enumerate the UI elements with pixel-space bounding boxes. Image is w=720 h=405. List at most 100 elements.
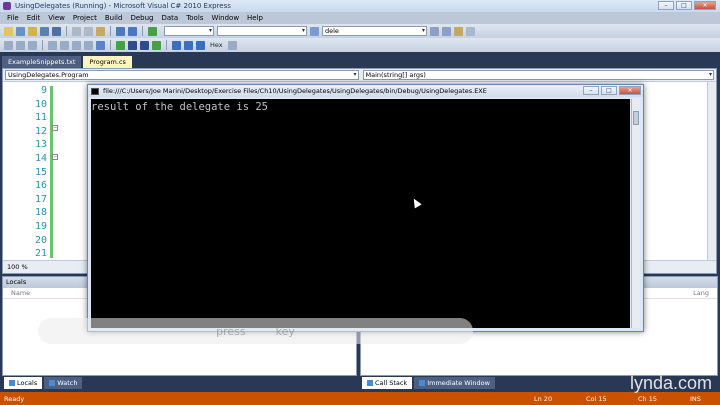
- toolbar-separator: [142, 26, 143, 36]
- text-editor-icon[interactable]: [4, 40, 13, 50]
- line-number: 17: [34, 193, 47, 205]
- save-icon[interactable]: [40, 26, 49, 36]
- step-into-icon[interactable]: [172, 40, 181, 50]
- change-tracking-bar: [50, 86, 53, 258]
- line-number: 16: [34, 180, 47, 192]
- add-item-icon[interactable]: [16, 26, 25, 36]
- console-icon: [91, 87, 99, 95]
- find-in-files-icon[interactable]: [310, 26, 319, 36]
- param-info-icon[interactable]: [28, 40, 37, 50]
- console-path: file:///C:/Users/Joe Marini/Desktop/Exer…: [103, 87, 487, 95]
- console-output-text: result of the delegate is 25: [91, 101, 269, 113]
- tab-watch[interactable]: Watch: [44, 377, 83, 389]
- bottom-tabs-right: Call Stack Immediate Window: [362, 377, 495, 389]
- redo-icon[interactable]: [128, 26, 137, 36]
- line-number: 9: [40, 85, 47, 96]
- undo-icon[interactable]: [116, 26, 125, 36]
- hex-toggle-button[interactable]: Hex: [208, 41, 225, 49]
- find-combo[interactable]: dele: [322, 26, 427, 36]
- menu-window[interactable]: Window: [207, 14, 243, 22]
- tab-immediate-label: Immediate Window: [427, 379, 490, 387]
- status-bar: Ready Ln 20 Col 15 Ch 15 INS: [0, 392, 720, 405]
- tab-program-cs[interactable]: Program.cs: [83, 56, 132, 68]
- line-number: 19: [34, 220, 47, 232]
- status-line: Ln 20: [534, 394, 553, 403]
- toolbar-separator: [42, 40, 43, 50]
- toolbar-separator: [66, 26, 67, 36]
- menu-data[interactable]: Data: [157, 14, 182, 22]
- debug-toolbar: Hex: [0, 38, 720, 52]
- collapse-toggle-icon[interactable]: −: [52, 125, 58, 131]
- solution-config-combo[interactable]: [164, 26, 214, 36]
- caption-word-press: press: [216, 324, 246, 338]
- outdent-icon[interactable]: [60, 40, 69, 50]
- toolbar-separator: [110, 26, 111, 36]
- save-all-icon[interactable]: [52, 26, 61, 36]
- toolbar-separator: [110, 40, 111, 50]
- bookmark-icon[interactable]: [96, 40, 105, 50]
- tab-watch-label: Watch: [57, 379, 78, 387]
- continue-icon[interactable]: [116, 40, 125, 50]
- tab-example-snippets[interactable]: ExampleSnippets.txt: [2, 56, 82, 68]
- menu-project[interactable]: Project: [69, 14, 101, 22]
- console-window-controls: – □ ✕: [583, 86, 641, 95]
- breakpoints-icon[interactable]: [227, 40, 237, 50]
- close-button[interactable]: ✕: [694, 1, 716, 10]
- console-output-area[interactable]: result of the delegate is 25: [91, 99, 630, 328]
- visual-studio-icon: [3, 2, 11, 10]
- console-maximize-button[interactable]: □: [601, 86, 617, 95]
- console-close-button[interactable]: ✕: [619, 86, 641, 95]
- menu-help[interactable]: Help: [243, 14, 267, 22]
- break-all-icon[interactable]: [128, 40, 137, 50]
- line-number: 21: [34, 248, 47, 260]
- collapse-toggle-icon[interactable]: −: [52, 154, 58, 160]
- line-number: 11: [34, 112, 47, 124]
- column-lang-label: Lang: [693, 289, 709, 297]
- line-number: 13: [34, 139, 47, 151]
- toolbox-icon[interactable]: [466, 26, 475, 36]
- paste-icon[interactable]: [96, 26, 105, 36]
- indent-icon[interactable]: [48, 40, 57, 50]
- start-debugging-icon[interactable]: [148, 26, 157, 36]
- tab-call-stack[interactable]: Call Stack: [362, 377, 413, 389]
- cut-icon[interactable]: [72, 26, 81, 36]
- object-browser-icon[interactable]: [454, 26, 463, 36]
- console-vertical-scrollbar[interactable]: [631, 99, 640, 328]
- minimize-button[interactable]: –: [658, 1, 674, 10]
- menu-build[interactable]: Build: [101, 14, 127, 22]
- quick-info-icon[interactable]: [16, 40, 25, 50]
- line-number: 20: [34, 234, 47, 246]
- menu-edit[interactable]: Edit: [23, 14, 45, 22]
- tab-immediate-window[interactable]: Immediate Window: [414, 377, 495, 389]
- restart-icon[interactable]: [152, 40, 161, 50]
- lynda-watermark: lynda.com: [629, 373, 712, 393]
- class-combo[interactable]: UsingDelegates.Program: [5, 70, 359, 80]
- status-char: Ch 15: [638, 394, 657, 403]
- stop-debugging-icon[interactable]: [140, 40, 149, 50]
- properties-icon[interactable]: [442, 26, 451, 36]
- member-combo[interactable]: Main(string[] args): [362, 70, 714, 80]
- uncomment-icon[interactable]: [84, 40, 93, 50]
- menu-view[interactable]: View: [44, 14, 69, 22]
- step-over-icon[interactable]: [184, 40, 193, 50]
- platform-combo[interactable]: [217, 26, 307, 36]
- open-folder-icon[interactable]: [28, 26, 37, 36]
- menu-tools[interactable]: Tools: [182, 14, 207, 22]
- zoom-level[interactable]: 100 %: [7, 263, 28, 271]
- solution-explorer-icon[interactable]: [430, 26, 439, 36]
- status-message: Ready: [4, 394, 25, 403]
- editor-vertical-scrollbar[interactable]: [707, 82, 716, 260]
- copy-icon[interactable]: [84, 26, 93, 36]
- new-project-icon[interactable]: [4, 26, 13, 36]
- menu-file[interactable]: File: [3, 14, 23, 22]
- console-scroll-thumb[interactable]: [633, 111, 639, 125]
- line-number: 14: [34, 152, 47, 164]
- line-number: 18: [34, 207, 47, 219]
- menu-debug[interactable]: Debug: [126, 14, 157, 22]
- window-controls: – □ ✕: [658, 1, 716, 10]
- tab-locals[interactable]: Locals: [4, 377, 43, 389]
- step-out-icon[interactable]: [196, 40, 205, 50]
- maximize-button[interactable]: □: [676, 1, 692, 10]
- console-minimize-button[interactable]: –: [583, 86, 599, 95]
- comment-icon[interactable]: [72, 40, 81, 50]
